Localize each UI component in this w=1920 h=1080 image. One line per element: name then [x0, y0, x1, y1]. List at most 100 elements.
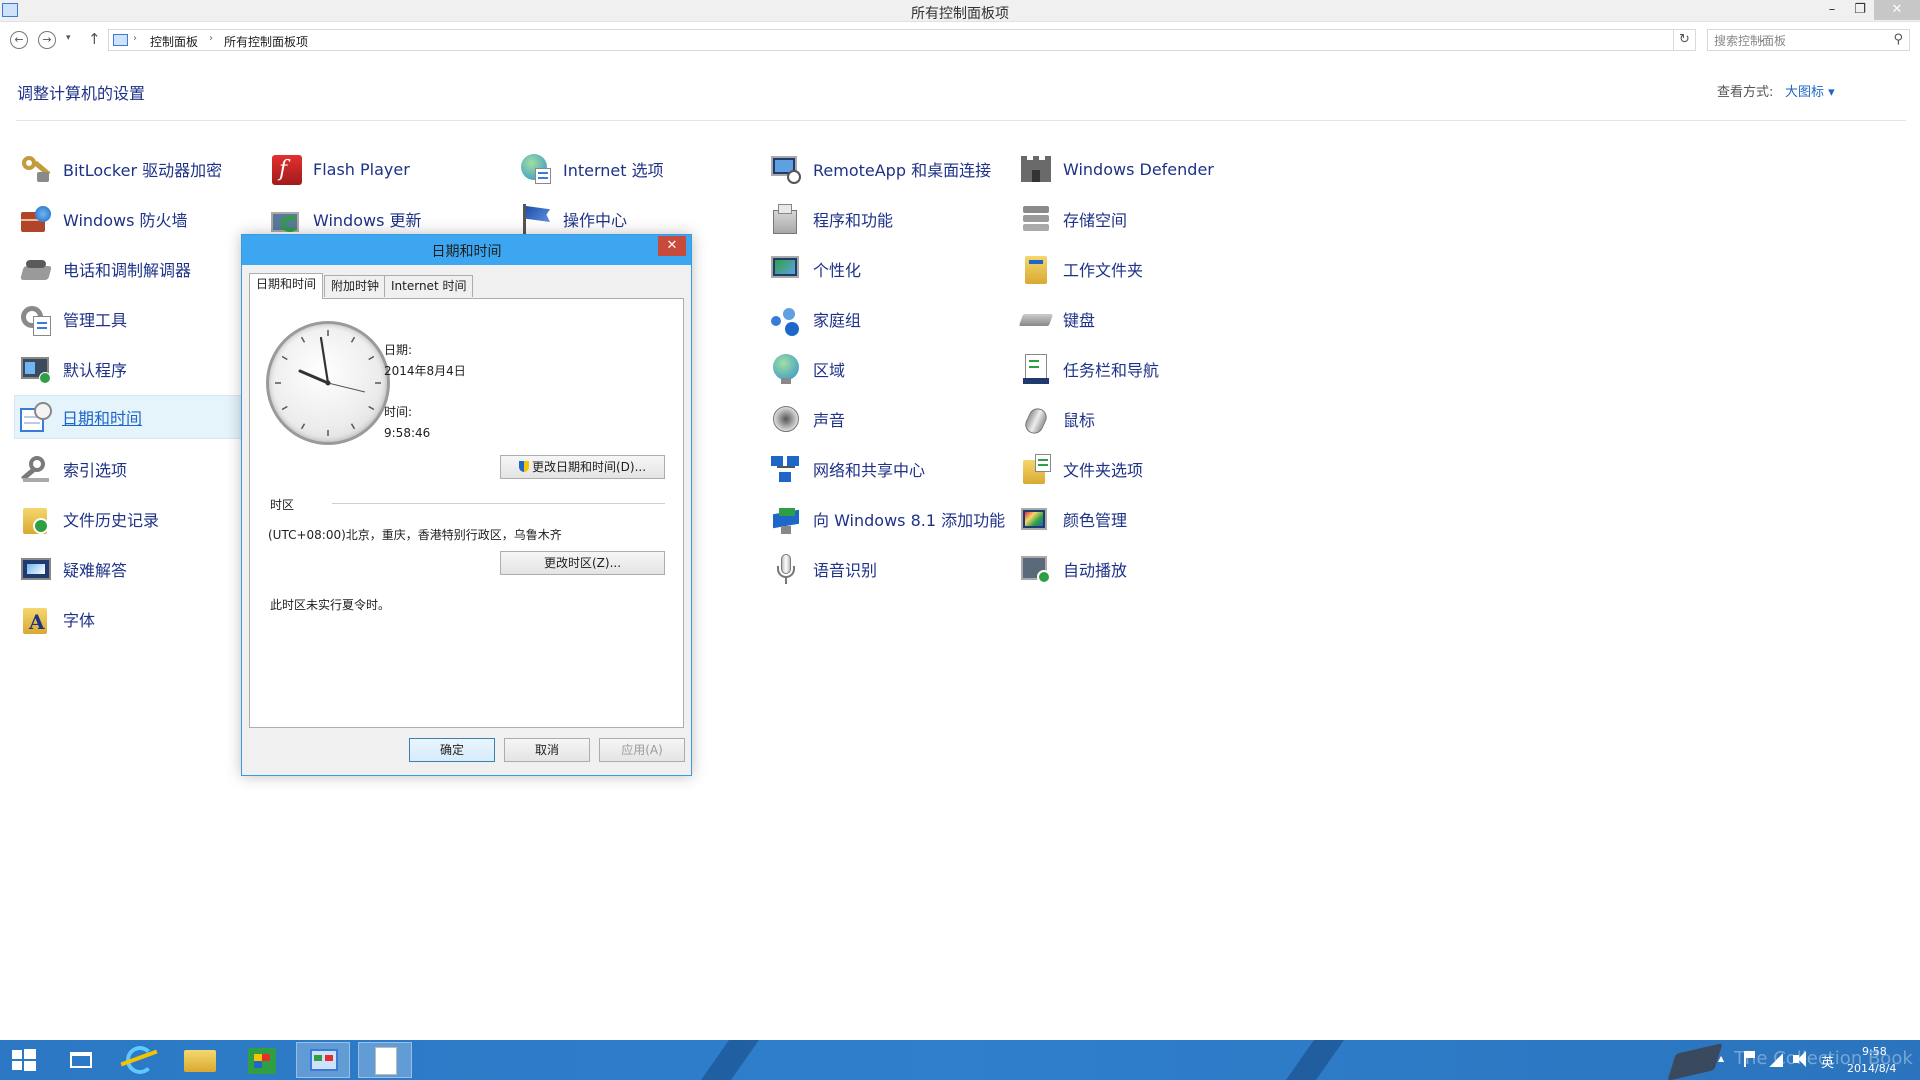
add-features-icon — [769, 502, 803, 536]
network-icon — [769, 452, 803, 486]
folder-options-icon — [1019, 452, 1053, 486]
item-folder-options[interactable]: 文件夹选项 — [1016, 447, 1264, 491]
change-date-time-button[interactable]: 更改日期和时间(D)... — [500, 455, 665, 479]
item-flash-player[interactable]: f Flash Player — [266, 147, 514, 191]
item-color-management[interactable]: 颜色管理 — [1016, 497, 1264, 541]
speaker-icon — [769, 402, 803, 436]
window-titlebar: 所有控制面板项 – ❐ ✕ — [0, 0, 1920, 22]
refresh-icon[interactable]: ↻ — [1674, 29, 1696, 51]
item-date-time[interactable]: 日期和时间 — [14, 395, 244, 439]
item-network-sharing[interactable]: 网络和共享中心 — [766, 447, 1014, 491]
item-personalization[interactable]: 个性化 — [766, 247, 1014, 291]
item-label: 程序和功能 — [813, 211, 894, 230]
apply-button[interactable]: 应用(A) — [599, 738, 685, 762]
ime-indicator[interactable]: 英 — [1821, 1052, 1834, 1071]
item-add-features[interactable]: 向 Windows 8.1 添加功能 — [766, 497, 1014, 541]
item-admin-tools[interactable]: 管理工具 — [16, 297, 264, 341]
taskbar-control-panel[interactable] — [296, 1042, 350, 1078]
tab-date-time[interactable]: 日期和时间 — [249, 273, 324, 299]
change-timezone-button[interactable]: 更改时区(Z)... — [500, 551, 665, 575]
tray-date[interactable]: 2014/8/4 — [1847, 1062, 1896, 1075]
item-autoplay[interactable]: 自动播放 — [1016, 547, 1264, 591]
window-icon — [70, 1052, 92, 1068]
shield-icon — [518, 461, 529, 472]
item-sound[interactable]: 声音 — [766, 397, 1014, 441]
time-label: 时间: — [384, 405, 413, 419]
address-bar[interactable]: › 控制面板 › 所有控制面板项 ⌄ — [108, 29, 1766, 51]
breadcrumb-separator[interactable]: › — [133, 33, 137, 44]
item-phone-modem[interactable]: 电话和调制解调器 — [16, 247, 264, 291]
close-button[interactable]: ✕ — [1874, 0, 1920, 20]
window-title: 所有控制面板项 — [911, 6, 1009, 22]
item-label: 个性化 — [813, 261, 862, 280]
item-windows-firewall[interactable]: Windows 防火墙 — [16, 197, 264, 241]
forward-button[interactable]: → — [38, 31, 56, 49]
item-default-programs[interactable]: 默认程序 — [16, 347, 264, 391]
tray-time[interactable]: 9:58 — [1862, 1045, 1887, 1058]
item-file-history[interactable]: 文件历史记录 — [16, 497, 264, 541]
breadcrumb-separator[interactable]: › — [209, 33, 213, 44]
cancel-button[interactable]: 取消 — [504, 738, 590, 762]
breadcrumb-all-items[interactable]: 所有控制面板项 — [224, 33, 308, 50]
item-taskbar-navigation[interactable]: 任务栏和导航 — [1016, 347, 1264, 391]
item-label: 操作中心 — [563, 211, 628, 230]
flag-icon — [519, 202, 553, 236]
file-history-icon — [19, 502, 53, 536]
search-input[interactable] — [1714, 32, 1884, 50]
search-icon[interactable]: ⚲ — [1893, 32, 1903, 47]
folder-icon — [184, 1050, 216, 1072]
autoplay-icon — [1019, 552, 1053, 586]
tab-internet-time[interactable]: Internet 时间 — [384, 275, 474, 297]
ok-button[interactable]: 确定 — [409, 738, 495, 762]
item-internet-options[interactable]: Internet 选项 — [516, 147, 764, 191]
item-label: RemoteApp 和桌面连接 — [813, 161, 992, 180]
item-label: 电话和调制解调器 — [63, 261, 192, 280]
item-bitlocker[interactable]: BitLocker 驱动器加密 — [16, 147, 264, 191]
network-icon[interactable] — [1769, 1053, 1783, 1067]
document-icon — [375, 1047, 397, 1075]
item-remoteapp[interactable]: RemoteApp 和桌面连接 — [766, 147, 1014, 191]
minimize-button[interactable]: – — [1818, 0, 1846, 20]
dialog-titlebar[interactable]: 日期和时间 ✕ — [242, 235, 691, 265]
tab-additional-clocks[interactable]: 附加时钟 — [324, 275, 387, 297]
tray-overflow-button[interactable]: ▲ — [1718, 1054, 1724, 1063]
taskbar-store[interactable] — [236, 1042, 290, 1078]
region-globe-icon — [769, 352, 803, 386]
view-by-dropdown[interactable]: 大图标 ▾ — [1785, 81, 1835, 100]
taskbar-date-time[interactable] — [358, 1042, 412, 1078]
mouse-icon — [1019, 402, 1053, 437]
item-region[interactable]: 区域 — [766, 347, 1014, 391]
item-label: 区域 — [813, 361, 846, 380]
search-box[interactable]: ⚲ — [1707, 29, 1910, 51]
item-work-folders[interactable]: 工作文件夹 — [1016, 247, 1264, 291]
recent-locations-button[interactable]: ▾ — [66, 33, 71, 43]
item-label: BitLocker 驱动器加密 — [63, 161, 223, 180]
date-value: 2014年8月4日 — [384, 364, 466, 378]
item-mouse[interactable]: 鼠标 — [1016, 397, 1264, 441]
item-label: 语音识别 — [813, 561, 878, 580]
item-windows-defender[interactable]: Windows Defender — [1016, 147, 1264, 191]
time-value: 9:58:46 — [384, 426, 431, 440]
phone-modem-icon — [19, 252, 53, 286]
book-logo-icon — [1667, 1043, 1723, 1080]
back-button[interactable]: ← — [10, 31, 28, 49]
restore-button[interactable]: ❐ — [1846, 0, 1874, 20]
item-storage-spaces[interactable]: 存储空间 — [1016, 197, 1264, 241]
start-button[interactable] — [0, 1042, 54, 1078]
item-fonts[interactable]: A 字体 — [16, 597, 264, 641]
taskbar-task-view-button[interactable] — [56, 1042, 110, 1078]
change-date-time-label: 更改日期和时间(D)... — [531, 460, 647, 474]
item-indexing[interactable]: 索引选项 — [16, 447, 264, 491]
defender-castle-icon — [1019, 152, 1053, 186]
breadcrumb-control-panel[interactable]: 控制面板 — [150, 33, 198, 50]
taskbar-file-explorer[interactable] — [174, 1042, 228, 1078]
taskbar-internet-explorer[interactable] — [112, 1042, 166, 1078]
item-keyboard[interactable]: 键盘 — [1016, 297, 1264, 341]
up-button[interactable]: ↑ — [88, 30, 101, 48]
item-homegroup[interactable]: 家庭组 — [766, 297, 1014, 341]
bitlocker-key-icon — [19, 152, 53, 186]
item-troubleshooting[interactable]: 疑难解答 — [16, 547, 264, 591]
item-speech[interactable]: 语音识别 — [766, 547, 1014, 591]
dialog-close-button[interactable]: ✕ — [658, 236, 686, 256]
item-programs-features[interactable]: 程序和功能 — [766, 197, 1014, 241]
